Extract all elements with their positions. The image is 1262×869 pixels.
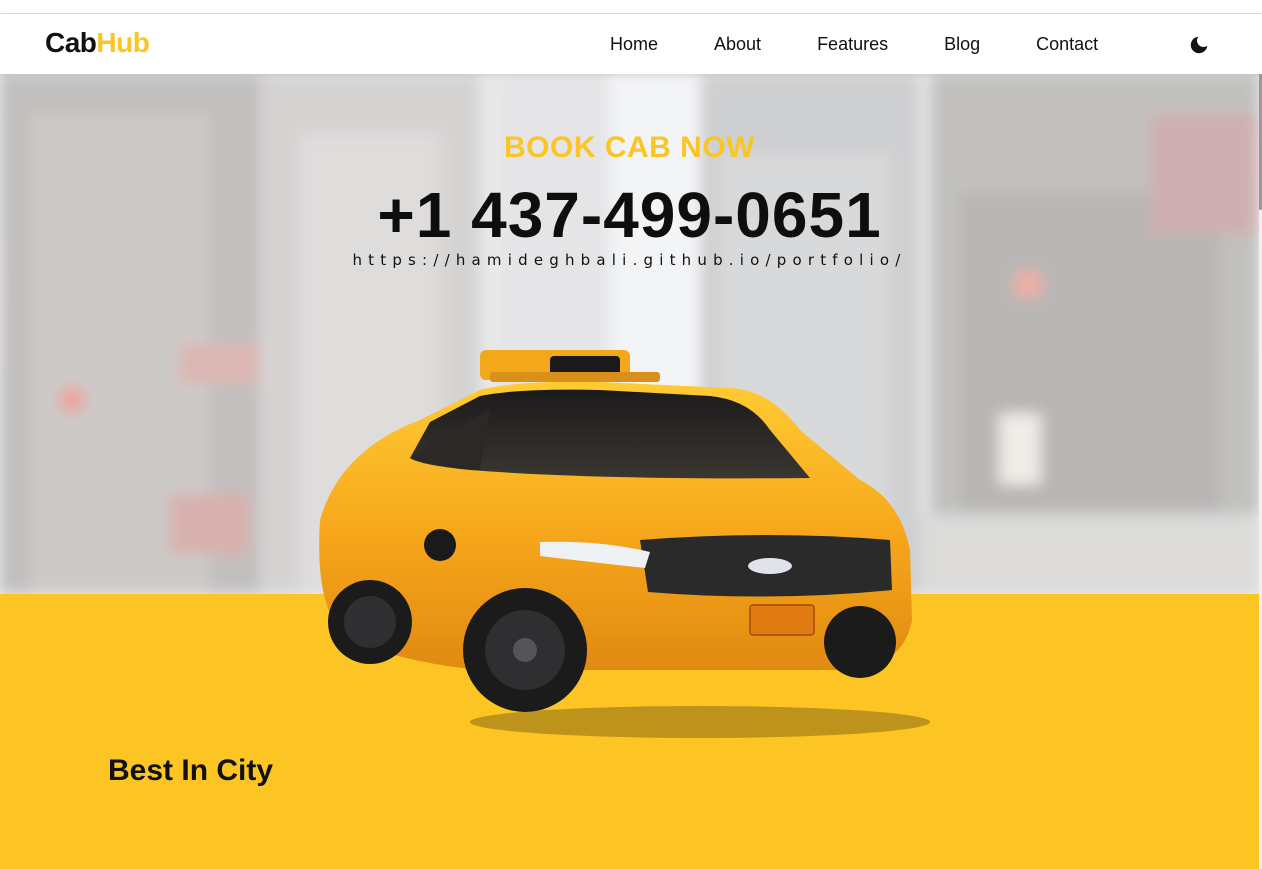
logo[interactable]: CabHub xyxy=(45,27,150,59)
hero-phone-number[interactable]: +1 437-499-0651 xyxy=(0,178,1259,252)
nav-link-features[interactable]: Features xyxy=(817,34,888,55)
navbar: CabHub Home About Features Blog Contact xyxy=(0,14,1262,74)
logo-part-hub: Hub xyxy=(96,27,150,58)
nav-link-about[interactable]: About xyxy=(714,34,761,55)
nav-links: Home About Features Blog Contact xyxy=(610,14,1098,74)
hero-url[interactable]: https://hamideghbali.github.io/portfolio… xyxy=(0,251,1259,269)
nav-link-home[interactable]: Home xyxy=(610,34,658,55)
hero-kicker: BOOK CAB NOW xyxy=(504,131,755,164)
taxi-car-image xyxy=(319,350,930,738)
moon-icon-svg xyxy=(1190,36,1208,54)
logo-part-cab: Cab xyxy=(45,27,97,58)
moon-icon[interactable] xyxy=(1186,32,1212,58)
nav-link-contact[interactable]: Contact xyxy=(1036,34,1098,55)
browser-top-strip xyxy=(0,0,1262,14)
nav-link-blog[interactable]: Blog xyxy=(944,34,980,55)
section-title: Best In City xyxy=(108,754,274,787)
